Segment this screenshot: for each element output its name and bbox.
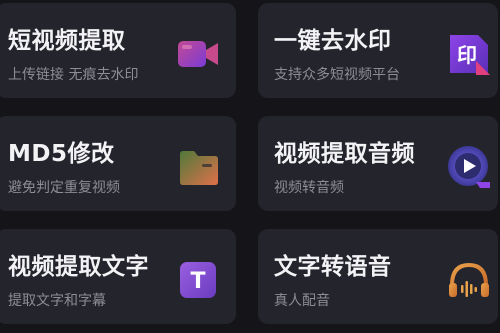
audio-disc-icon <box>446 144 492 190</box>
card-title: 短视频提取 <box>8 28 126 54</box>
card-subtitle: 上传链接 无痕去水印 <box>8 67 139 83</box>
headphones-icon <box>446 257 492 303</box>
card-text-to-speech[interactable]: 文字转语音 真人配音 <box>258 229 498 324</box>
card-md5-modify[interactable]: MD5修改 避免判定重复视频 <box>0 116 236 211</box>
card-title: 视频提取音频 <box>274 141 415 167</box>
card-subtitle: 视频转音频 <box>274 180 344 196</box>
card-title: 文字转语音 <box>274 254 392 280</box>
card-remove-watermark[interactable]: 一键去水印 支持众多短视频平台 印 <box>258 3 498 98</box>
tool-grid: 短视频提取 上传链接 无痕去水印 一键去水印 支持众多短视频平台 印 MD5修改… <box>0 0 500 333</box>
card-video-extract-audio[interactable]: 视频提取音频 视频转音频 <box>258 116 498 211</box>
text-icon-letter: T <box>190 269 205 294</box>
card-title: 一键去水印 <box>274 28 392 54</box>
text-t-icon: T <box>176 257 222 303</box>
card-subtitle: 支持众多短视频平台 <box>274 67 400 83</box>
folder-icon <box>176 144 222 190</box>
stamp-icon: 印 <box>446 31 492 77</box>
card-subtitle: 提取文字和字幕 <box>8 293 106 309</box>
card-video-extract-text[interactable]: 视频提取文字 提取文字和字幕 T <box>0 229 236 324</box>
video-camera-icon <box>176 31 222 77</box>
card-subtitle: 避免判定重复视频 <box>8 180 120 196</box>
card-short-video-extract[interactable]: 短视频提取 上传链接 无痕去水印 <box>0 3 236 98</box>
card-subtitle: 真人配音 <box>274 293 330 309</box>
card-title: MD5修改 <box>8 141 115 167</box>
stamp-icon-text: 印 <box>457 43 477 67</box>
card-title: 视频提取文字 <box>8 254 149 280</box>
